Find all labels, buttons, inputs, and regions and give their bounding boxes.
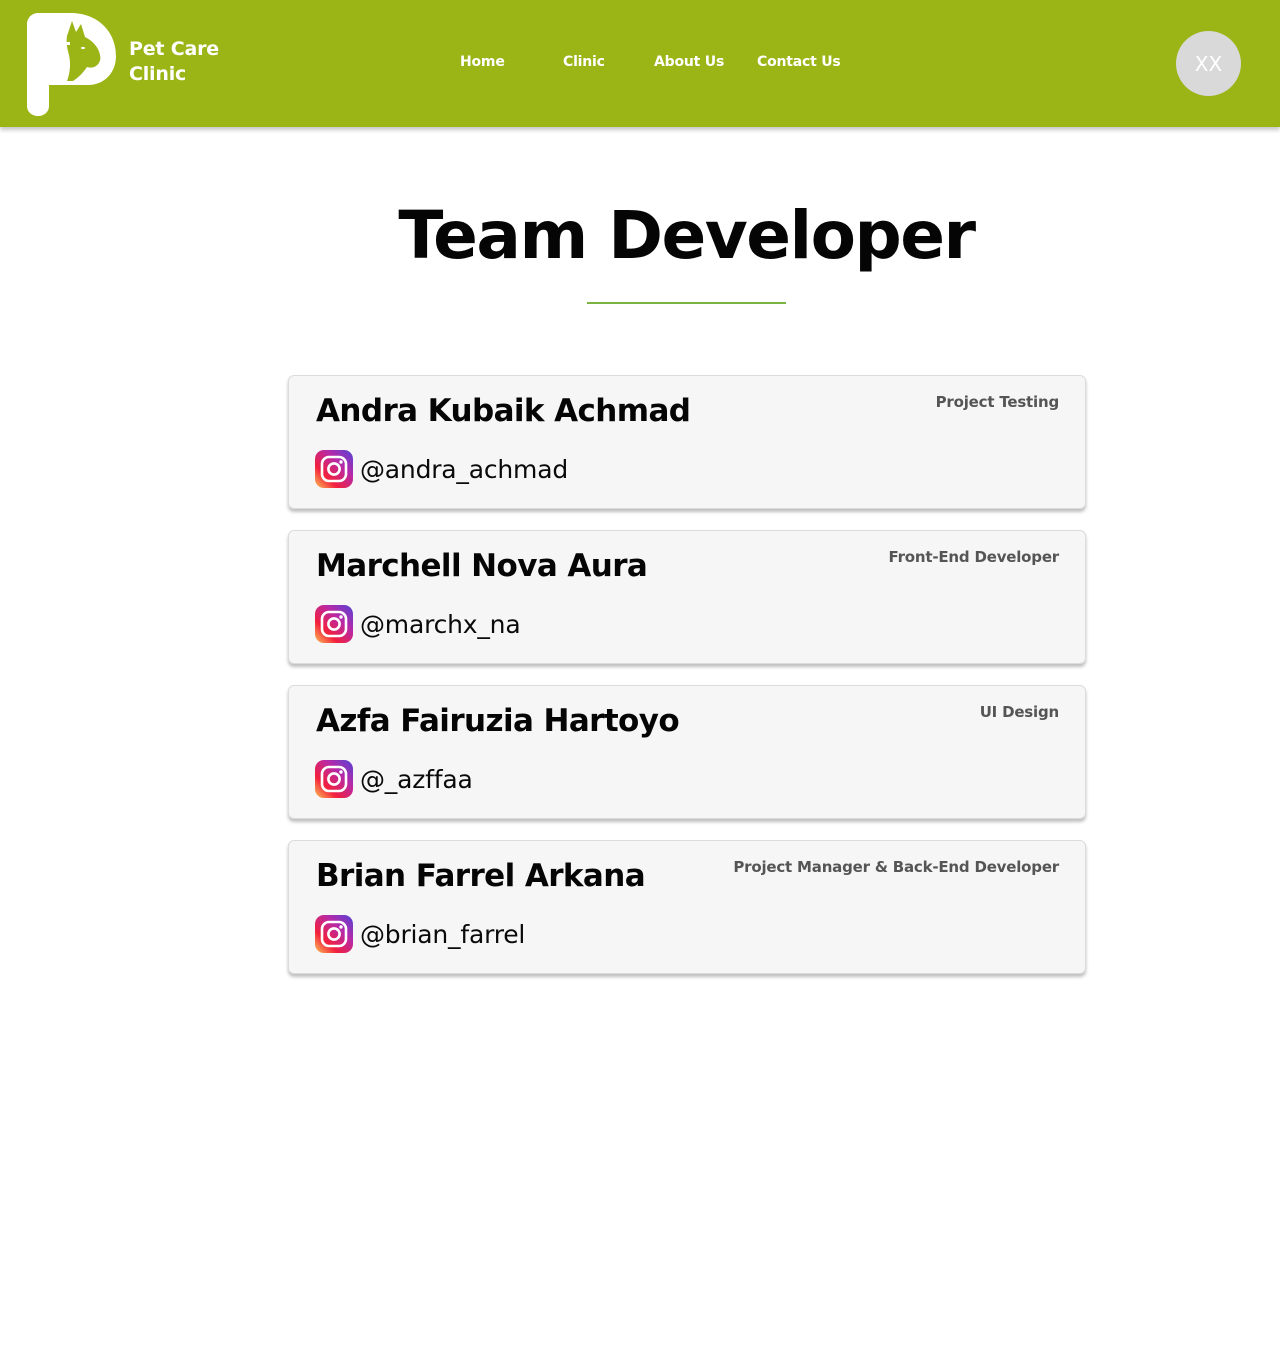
title-divider — [587, 302, 786, 304]
instagram-handle: @brian_farrel — [360, 919, 526, 949]
team-member-card: Azfa Fairuzia Hartoyo UI Design @_azffaa — [288, 685, 1086, 819]
nav-link-contact-us[interactable]: Contact Us — [757, 54, 841, 70]
member-role: UI Design — [979, 703, 1059, 721]
instagram-icon — [315, 605, 353, 643]
member-name: Marchell Nova Aura — [316, 548, 648, 584]
member-name: Andra Kubaik Achmad — [316, 393, 691, 429]
page-title: Team Developer — [398, 197, 976, 274]
member-role: Project Manager & Back-End Developer — [733, 858, 1059, 876]
instagram-icon — [315, 760, 353, 798]
instagram-icon — [315, 450, 353, 488]
nav-link-clinic[interactable]: Clinic — [563, 54, 605, 70]
member-role: Project Testing — [935, 393, 1060, 411]
team-member-card: Andra Kubaik Achmad Project Testing @and… — [288, 375, 1086, 509]
nav-link-home[interactable]: Home — [460, 54, 505, 70]
instagram-handle: @marchx_na — [360, 609, 521, 639]
member-name: Azfa Fairuzia Hartoyo — [316, 703, 680, 739]
main-navigation: Home Clinic About Us Contact Us — [0, 54, 1280, 76]
instagram-link[interactable]: @andra_achmad — [315, 450, 568, 488]
team-member-card: Marchell Nova Aura Front-End Developer @… — [288, 530, 1086, 664]
nav-link-about-us[interactable]: About Us — [654, 54, 724, 70]
team-member-card: Brian Farrel Arkana Project Manager & Ba… — [288, 840, 1086, 974]
member-name: Brian Farrel Arkana — [316, 858, 646, 894]
instagram-link[interactable]: @marchx_na — [315, 605, 521, 643]
top-nav-bar: Pet Care Clinic Home Clinic About Us Con… — [0, 0, 1280, 127]
instagram-link[interactable]: @_azffaa — [315, 760, 473, 798]
instagram-handle: @_azffaa — [360, 764, 473, 794]
team-member-list: Andra Kubaik Achmad Project Testing @and… — [288, 375, 1086, 995]
member-role: Front-End Developer — [888, 548, 1060, 566]
instagram-icon — [315, 915, 353, 953]
instagram-link[interactable]: @brian_farrel — [315, 915, 525, 953]
user-avatar[interactable]: XX — [1176, 31, 1241, 96]
instagram-handle: @andra_achmad — [360, 454, 568, 484]
